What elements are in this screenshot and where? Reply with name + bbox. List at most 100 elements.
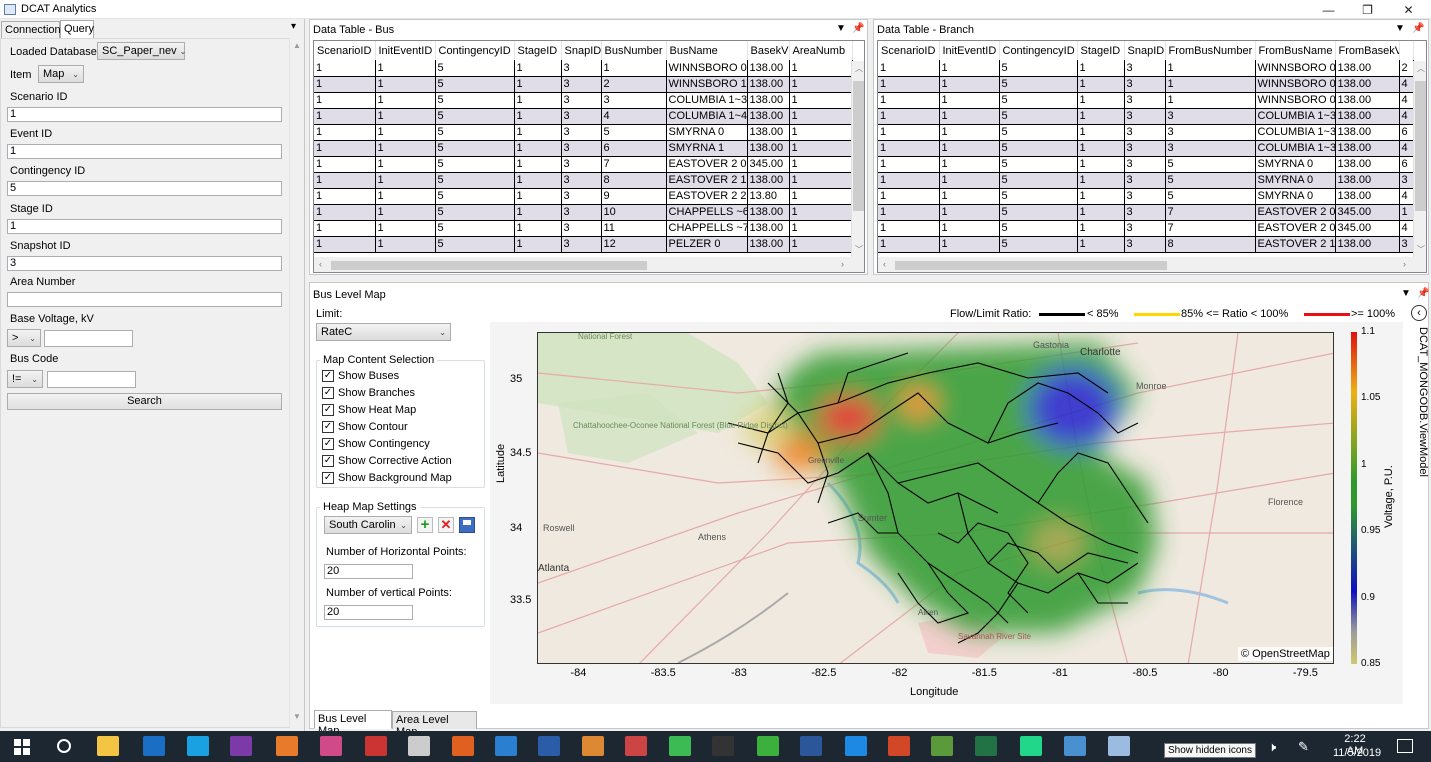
- table-cell[interactable]: 1: [789, 108, 853, 125]
- table-row[interactable]: 1 1 5 1 3 8 EASTOVER 2 1 138.00 3: [878, 236, 1414, 253]
- table-cell[interactable]: 1: [1077, 140, 1125, 157]
- checkbox-show-heat-map[interactable]: ✓ Show Heat Map: [322, 401, 482, 418]
- add-icon[interactable]: +: [417, 517, 433, 533]
- table-cell[interactable]: 1: [789, 172, 853, 189]
- table-cell[interactable]: 3: [1124, 220, 1166, 237]
- branch-grid-hscroll[interactable]: ‹ ›: [878, 257, 1426, 272]
- pin-dropdown-icon[interactable]: ▾: [291, 21, 296, 32]
- table-cell[interactable]: 1: [514, 204, 562, 221]
- table-cell[interactable]: 5: [435, 76, 515, 93]
- table-cell[interactable]: 4: [1399, 76, 1414, 93]
- table-cell[interactable]: 1: [314, 220, 376, 237]
- collapse-icon[interactable]: ‹: [1411, 305, 1427, 321]
- table-cell[interactable]: 1: [514, 60, 562, 77]
- table-cell[interactable]: 3: [1124, 204, 1166, 221]
- table-cell[interactable]: 138.00: [1335, 92, 1400, 109]
- table-cell[interactable]: 5: [999, 172, 1078, 189]
- table-cell[interactable]: 4: [1399, 220, 1414, 237]
- table-cell[interactable]: WINNSBORO 0: [1255, 76, 1336, 93]
- table-cell[interactable]: 1: [878, 204, 940, 221]
- table-row[interactable]: 1 1 5 1 3 2 WINNSBORO 1 138.00 1: [314, 76, 853, 93]
- table-cell[interactable]: 1: [1077, 236, 1125, 253]
- table-cell[interactable]: 138.00: [1335, 236, 1400, 253]
- table-cell[interactable]: 1: [514, 156, 562, 173]
- table-cell[interactable]: 1: [314, 124, 376, 141]
- branch-col-header[interactable]: InitEventID: [939, 41, 1000, 60]
- bus-col-header[interactable]: BasekV: [747, 41, 790, 60]
- check-icon[interactable]: ✓: [322, 437, 334, 450]
- table-cell[interactable]: 1: [878, 220, 940, 237]
- table-cell[interactable]: 1: [939, 76, 1000, 93]
- table-cell[interactable]: 3: [561, 220, 602, 237]
- table-cell[interactable]: 1: [314, 236, 376, 253]
- checkbox-show-buses[interactable]: ✓ Show Buses: [322, 367, 482, 384]
- table-cell[interactable]: 1: [375, 124, 436, 141]
- table-cell[interactable]: 2: [601, 76, 667, 93]
- search-button[interactable]: Search: [7, 393, 282, 410]
- table-cell[interactable]: 3: [1124, 124, 1166, 141]
- bus-col-header[interactable]: ContingencyID: [435, 41, 515, 60]
- table-cell[interactable]: 1: [314, 140, 376, 157]
- table-cell[interactable]: 3: [1399, 236, 1414, 253]
- check-icon[interactable]: ✓: [322, 403, 334, 416]
- map-canvas[interactable]: Charlotte Monroe Gastonia Athens Atlanta…: [537, 332, 1334, 664]
- table-cell[interactable]: 1: [878, 76, 940, 93]
- dropdown-icon[interactable]: ▼: [836, 23, 846, 34]
- checkbox-show-corrective-action[interactable]: ✓ Show Corrective Action: [322, 452, 482, 469]
- table-cell[interactable]: 1: [939, 188, 1000, 205]
- branch-col-header[interactable]: FromBasekV: [1335, 41, 1400, 60]
- table-cell[interactable]: 1: [1077, 172, 1125, 189]
- table-row[interactable]: 1 1 5 1 3 5 SMYRNA 0 138.00 4: [878, 188, 1414, 205]
- table-cell[interactable]: 3: [1124, 236, 1166, 253]
- table-cell[interactable]: 1: [939, 156, 1000, 173]
- table-cell[interactable]: 1: [789, 76, 853, 93]
- table-cell[interactable]: 5: [435, 108, 515, 125]
- vpn-icon[interactable]: [495, 736, 517, 756]
- table-cell[interactable]: 1: [939, 236, 1000, 253]
- event-id-input[interactable]: 1: [7, 144, 282, 159]
- pin-icon[interactable]: 📌: [852, 23, 864, 34]
- table-cell[interactable]: 3: [561, 188, 602, 205]
- bus-code-operator-select[interactable]: != ⌄: [7, 370, 43, 388]
- check-icon[interactable]: ✓: [322, 369, 334, 382]
- table-cell[interactable]: 1: [789, 140, 853, 157]
- table-cell[interactable]: 138.00: [747, 140, 790, 157]
- table-cell[interactable]: 7: [1165, 220, 1256, 237]
- table-cell[interactable]: 3: [1124, 172, 1166, 189]
- table-cell[interactable]: 138.00: [1335, 156, 1400, 173]
- table-cell[interactable]: 1: [789, 188, 853, 205]
- table-row[interactable]: 1 1 5 1 3 1 WINNSBORO 0 138.00 2: [878, 60, 1414, 77]
- matlab-icon[interactable]: [452, 736, 474, 756]
- table-cell[interactable]: 5: [999, 188, 1078, 205]
- branch-data-grid[interactable]: ScenarioID InitEventID ContingencyID StageI…: [877, 40, 1427, 273]
- branch-col-header[interactable]: FromBusNumber: [1165, 41, 1256, 60]
- maximize-button[interactable]: ❐: [1345, 0, 1390, 19]
- table-row[interactable]: 1 1 5 1 3 3 COLUMBIA 1~3 138.00 4: [878, 108, 1414, 125]
- table-cell[interactable]: COLUMBIA 1~3: [666, 92, 748, 109]
- table-cell[interactable]: 1: [375, 76, 436, 93]
- bus-col-header[interactable]: BusName: [666, 41, 748, 60]
- media-icon[interactable]: [757, 736, 779, 756]
- table-cell[interactable]: 5: [999, 156, 1078, 173]
- table-cell[interactable]: COLUMBIA 1~3: [1255, 140, 1336, 157]
- bus-grid-hscroll[interactable]: ‹ ›: [314, 257, 864, 272]
- table-cell[interactable]: 1: [878, 92, 940, 109]
- area-number-input[interactable]: [7, 292, 282, 307]
- table-cell[interactable]: 4: [601, 108, 667, 125]
- table-cell[interactable]: 4: [1399, 140, 1414, 157]
- checkbox-show-background-map[interactable]: ✓ Show Background Map: [322, 469, 482, 486]
- table-row[interactable]: 1 1 5 1 3 9 EASTOVER 2 2 13.80 1: [314, 188, 853, 205]
- table-cell[interactable]: 8: [1165, 236, 1256, 253]
- windows-start-icon[interactable]: [14, 739, 30, 755]
- table-cell[interactable]: 3: [561, 60, 602, 77]
- table-cell[interactable]: 1: [1077, 60, 1125, 77]
- table-cell[interactable]: 3: [1124, 92, 1166, 109]
- outlook-icon[interactable]: [143, 736, 165, 756]
- tab-query[interactable]: Query: [60, 20, 94, 38]
- delete-icon[interactable]: ✕: [438, 517, 454, 533]
- volume-icon[interactable]: 🕨: [1268, 739, 1276, 755]
- table-cell[interactable]: WINNSBORO 0: [1255, 92, 1336, 109]
- dcat-app-icon[interactable]: [1108, 736, 1130, 756]
- table-cell[interactable]: SMYRNA 0: [1255, 188, 1336, 205]
- table-cell[interactable]: 1: [314, 108, 376, 125]
